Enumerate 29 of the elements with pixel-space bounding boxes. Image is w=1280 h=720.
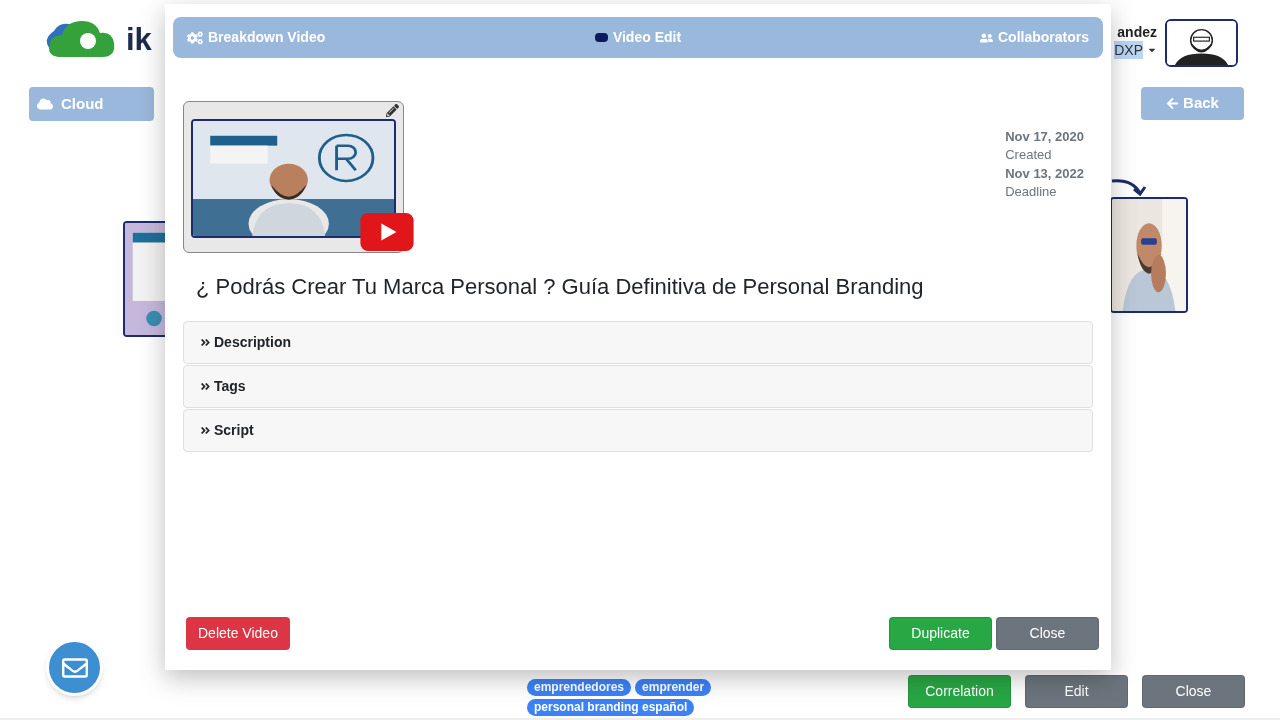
mail-button[interactable] (46, 639, 103, 696)
pencil-icon[interactable] (386, 104, 399, 117)
double-chevron-icon (200, 425, 211, 436)
action-button[interactable]: Close (1142, 675, 1245, 708)
arrow-left-icon (1166, 97, 1180, 110)
delete-button[interactable]: Delete Video (186, 617, 290, 650)
people-icon (979, 31, 993, 44)
tag: personal branding español (527, 699, 695, 716)
video-title: ¿ Podrás Crear Tu Marca Personal ? Guía Definitiva de Personal Branding (195, 273, 925, 301)
accordion-header[interactable]: Tags (183, 365, 1093, 408)
accordion-header[interactable]: Description (183, 321, 1093, 364)
user-name: andez (1117, 23, 1157, 41)
screen-icon (594, 33, 608, 42)
date-value: Nov 17, 2020 (1005, 128, 1084, 146)
tag: emprender (635, 679, 712, 696)
logo-text: ik (126, 23, 152, 55)
action-button[interactable]: Correlation (908, 675, 1011, 708)
accordion-header[interactable]: Script (183, 409, 1093, 452)
double-chevron-icon (200, 337, 211, 348)
date-label: Created (1005, 146, 1053, 164)
double-chevron-icon (200, 381, 211, 392)
cloud-icon (37, 97, 53, 111)
modal-action-button[interactable]: Duplicate (889, 617, 992, 650)
gears-icon (187, 30, 203, 45)
date-label: Deadline (1005, 183, 1058, 201)
date-value: Nov 13, 2022 (1005, 165, 1084, 183)
action-button[interactable]: Edit (1025, 675, 1128, 708)
tag: emprendedores (527, 679, 632, 696)
modal-action-button[interactable]: Close (996, 617, 1099, 650)
